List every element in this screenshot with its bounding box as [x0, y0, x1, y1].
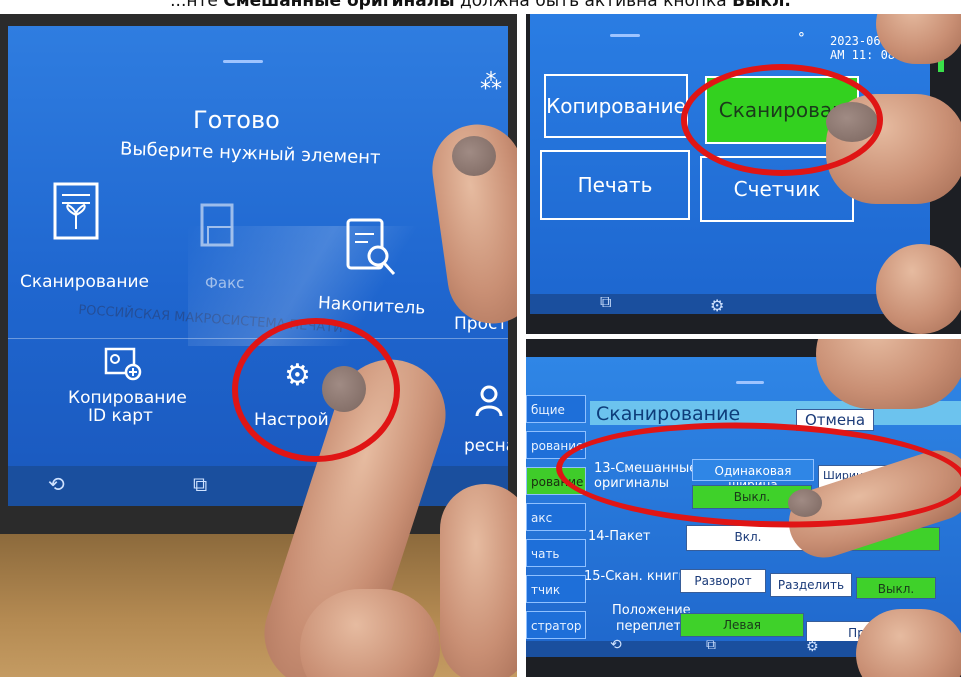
tile-fax-label: Факс	[205, 274, 245, 292]
sidebar-print[interactable]: чать	[526, 539, 586, 567]
sidebar-counter[interactable]: тчик	[526, 575, 586, 603]
hand-top	[816, 339, 961, 409]
drawer-handle[interactable]	[223, 60, 263, 63]
caption-bold-off: Выкл.	[732, 0, 791, 11]
hand-right	[440, 484, 517, 677]
cancel-button[interactable]: Отмена	[796, 409, 874, 431]
sidebar-fax[interactable]: акс	[526, 503, 586, 531]
tile-id-copy-label: Копирование	[68, 388, 187, 408]
tile-address-label: ресная	[464, 436, 508, 456]
copies-icon[interactable]: ⧉	[600, 292, 611, 312]
divider	[8, 338, 508, 339]
drawer-handle[interactable]	[736, 381, 764, 384]
pointing-fingernail	[322, 366, 366, 412]
instruction-caption: ...нте Смешанные оригиналы должна быть а…	[0, 0, 961, 11]
drawer-handle[interactable]	[610, 34, 640, 37]
user-icon: ⚬	[796, 28, 807, 43]
batch-label: 14-Пакет	[588, 529, 651, 544]
gear-icon[interactable]: ⚙	[806, 639, 819, 655]
same-width-header: Одинаковая ширина	[692, 459, 814, 492]
photo-scan-select: ⚬ 2023-06-27 AM 11: 08 Копирование Скани…	[526, 14, 961, 334]
bottom-nav: ⧉ ⚙	[530, 292, 930, 314]
header-title: Сканирование	[596, 403, 741, 425]
binding-label2: переплета	[616, 619, 690, 634]
watermark-text: РОССИЙСКАЯ МАКРОСИСТЕМА ПЕЧАТИ	[77, 302, 344, 337]
bottom-nav: ⟲ ⧉ ⚙	[8, 466, 508, 506]
book-spread-button[interactable]: Разворот	[680, 569, 766, 593]
book-off-button[interactable]: Выкл.	[856, 577, 936, 599]
pointing-fingernail	[788, 489, 822, 517]
caption-prefix: ...нте	[170, 0, 224, 11]
swap-icon[interactable]: ⟲	[610, 637, 622, 653]
photo-main-menu: ⁂ Готово Выберите нужный элемент Сканиро…	[0, 14, 517, 677]
caption-middle: должна быть активна кнопка	[454, 0, 733, 11]
copies-icon[interactable]: ⧉	[706, 637, 716, 653]
tile-scan-label: Сканирование	[20, 272, 149, 292]
sidebar-copy[interactable]: рование	[526, 431, 586, 459]
ready-title: Готово	[193, 106, 280, 134]
select-subtitle: Выберите нужный элемент	[119, 138, 381, 169]
swap-icon[interactable]: ⟲	[48, 472, 65, 496]
tile-id-copy-label2: ID карт	[88, 406, 153, 426]
gear-icon[interactable]: ⚙	[710, 296, 724, 314]
settings-gear-icon: ⚙	[284, 358, 311, 393]
storage-icon	[346, 218, 396, 276]
tile-storage-label: Накопитель	[317, 293, 426, 319]
mixed-originals-label2: оригиналы	[594, 476, 669, 491]
mixed-originals-label: 13-Смешанные	[594, 461, 698, 476]
sidebar-admin[interactable]: стратор	[526, 611, 586, 639]
fax-icon	[200, 203, 234, 247]
print-button[interactable]: Печать	[540, 150, 690, 220]
binding-left-button[interactable]: Левая	[680, 613, 804, 637]
copy-button[interactable]: Копирование	[544, 74, 688, 138]
scan-icon	[53, 182, 99, 240]
book-split-button[interactable]: Разделить	[770, 573, 852, 597]
caption-bold-mixed: Смешанные оригиналы	[223, 0, 455, 11]
tile-settings-label: Настрой	[254, 410, 329, 430]
fingernail	[452, 136, 496, 176]
network-icon: ⁂	[480, 70, 502, 95]
id-card-copy-icon	[104, 347, 142, 381]
address-book-icon	[475, 385, 503, 417]
sidebar-scan[interactable]: рование	[526, 467, 586, 495]
binding-label: Положение	[612, 603, 691, 618]
hand-bottom	[876, 244, 961, 334]
hand-bottom	[856, 609, 961, 677]
photo-scan-settings: бщие рование рование акс чать тчик страт…	[526, 339, 961, 677]
pointing-fingernail	[826, 102, 878, 142]
book-scan-label: 15-Скан. книги	[584, 569, 687, 584]
sidebar-general[interactable]: бщие	[526, 395, 586, 423]
copies-icon[interactable]: ⧉	[193, 472, 207, 496]
